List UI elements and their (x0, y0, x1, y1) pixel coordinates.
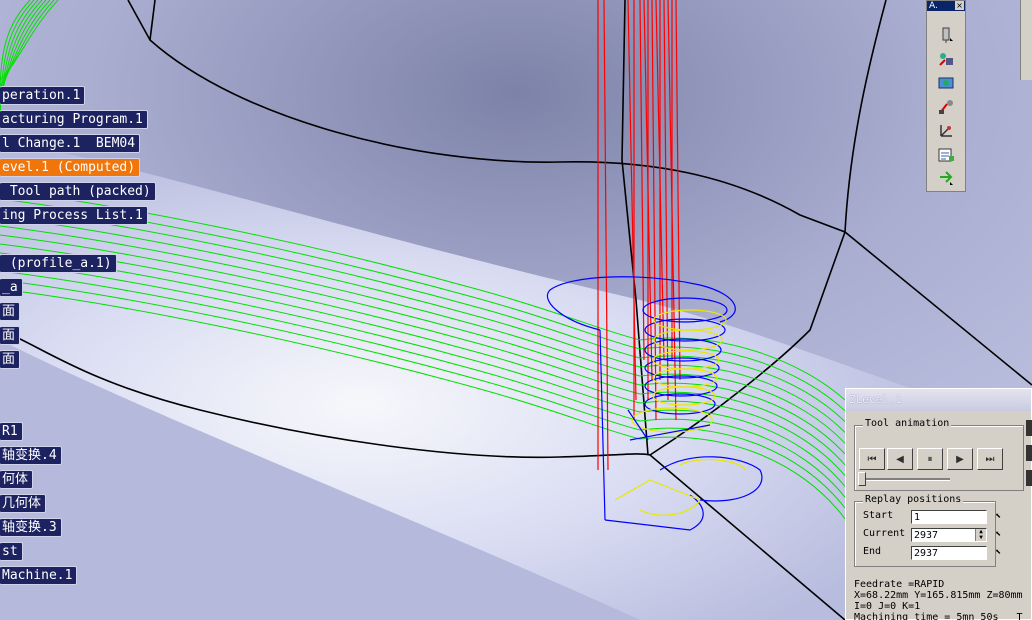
animation-slider-thumb[interactable] (858, 472, 866, 486)
step-forward-button[interactable]: ▶ (947, 448, 973, 470)
fast-forward-icon: ⏭ (985, 453, 995, 465)
replay-positions-group: Replay positions Start 1 ⬉ Current 2937 ▲… (854, 494, 1001, 567)
current-value: 2937 (914, 530, 939, 541)
report-icon[interactable] (935, 145, 957, 165)
insert-icon[interactable] (935, 167, 957, 187)
current-field[interactable]: 2937 ▲ ▼ (911, 528, 987, 542)
tree-node[interactable]: 轴变换.4 (0, 446, 62, 465)
tree-node[interactable]: 轴变换.3 (0, 518, 62, 537)
replay-positions-legend: Replay positions (863, 494, 964, 505)
toolbar-close-button[interactable]: × (955, 1, 964, 10)
video-icon[interactable] (935, 97, 957, 117)
current-spinner[interactable]: ▲ ▼ (975, 529, 986, 541)
tool-animation-legend: Tool animation (863, 418, 952, 429)
pause-button[interactable]: ⏸ (917, 448, 943, 470)
zlevel-dialog: ZLevel.1 Tool animation ⏮ ◀ ⏸ ▶ ⏭ Replay… (845, 388, 1032, 620)
side-button-1[interactable] (1026, 420, 1032, 436)
manufacturing-toolbar: A. × (926, 0, 966, 192)
tree-node[interactable]: R1 (0, 422, 23, 441)
end-label: End (863, 546, 882, 557)
end-pick-icon[interactable]: ⬉ (991, 546, 1005, 560)
side-button-3[interactable] (1026, 470, 1032, 486)
start-field[interactable]: 1 (911, 510, 987, 524)
toolbar-title-text: A. (929, 1, 938, 11)
tree-node[interactable]: l Change.1 BEM04 (0, 134, 141, 153)
coordinates-text: X=68.22mm Y=165.815mm Z=80mm (854, 590, 1023, 601)
tree-node[interactable]: peration.1 (0, 86, 86, 105)
end-field[interactable]: 2937 (911, 546, 987, 560)
tree-node[interactable]: ing Process List.1 (0, 206, 148, 225)
tree-node[interactable]: Tool path (packed) (0, 182, 156, 201)
toolbar-title[interactable]: A. × (927, 1, 965, 11)
step-forward-icon: ▶ (956, 453, 964, 465)
machining-time-text: Machining time = 5mn 50s T (854, 612, 1023, 620)
tree-node[interactable]: _a (0, 278, 23, 297)
right-toolbar-strip (1020, 0, 1032, 80)
tree-node[interactable]: st (0, 542, 23, 561)
dialog-title[interactable]: ZLevel.1 (846, 389, 1031, 411)
start-pick-icon[interactable]: ⬉ (991, 510, 1005, 524)
tool-display-icon[interactable] (935, 25, 957, 45)
rewind-button[interactable]: ⏮ (859, 448, 885, 470)
simulation-icon[interactable] (935, 73, 957, 93)
tree-node[interactable]: acturing Program.1 (0, 110, 148, 129)
step-back-button[interactable]: ◀ (887, 448, 913, 470)
animation-slider-track[interactable] (860, 478, 950, 481)
fast-forward-button[interactable]: ⏭ (977, 448, 1003, 470)
tree-node[interactable]: (profile_a.1) (0, 254, 117, 273)
feedrate-text: Feedrate =RAPID (854, 579, 945, 590)
tree-node[interactable]: 面 (0, 302, 21, 321)
start-label: Start (863, 510, 894, 521)
current-label: Current (863, 528, 906, 539)
multi-axis-icon[interactable] (935, 121, 957, 141)
tree-node[interactable]: Machine.1 (0, 566, 78, 585)
ijk-text: I=0 J=0 K=1 (854, 601, 921, 612)
pause-icon: ⏸ (927, 453, 933, 465)
tree-node[interactable]: 何体 (0, 470, 34, 489)
tree-node[interactable]: evel.1 (Computed) (0, 158, 141, 177)
side-button-2[interactable] (1026, 445, 1032, 461)
tree-node[interactable]: 面 (0, 350, 21, 369)
tree-node[interactable]: 面 (0, 326, 21, 345)
step-back-icon: ◀ (896, 453, 904, 465)
tool-path-replay-icon[interactable] (935, 49, 957, 69)
tool-animation-group: Tool animation ⏮ ◀ ⏸ ▶ ⏭ (854, 418, 1024, 491)
rewind-icon: ⏮ (867, 453, 877, 465)
current-pick-icon[interactable]: ⬉ (991, 528, 1005, 542)
tree-node[interactable]: 几何体 (0, 494, 47, 513)
